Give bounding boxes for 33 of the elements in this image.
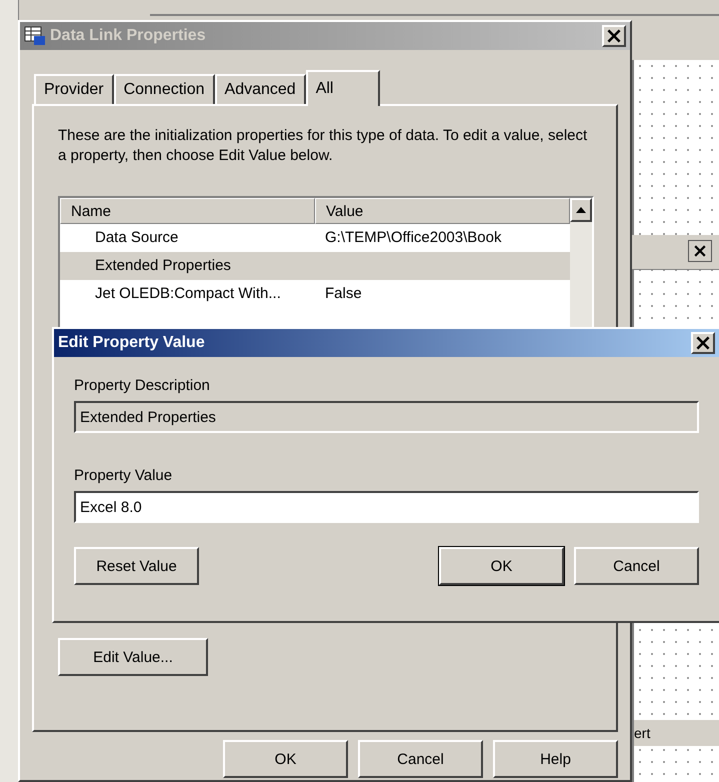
- dialog-button[interactable]: Reset Value: [74, 547, 199, 585]
- dialog-button[interactable]: Help: [493, 740, 618, 778]
- list-row-name[interactable]: Data Source: [60, 224, 315, 252]
- scroll-up-button[interactable]: [570, 198, 592, 222]
- close-icon: [696, 336, 710, 350]
- value-field[interactable]: Excel 8.0: [74, 491, 699, 523]
- field-label: Property Description: [74, 376, 211, 396]
- description-text: These are the initialization properties for this type of data. To edit a value, select a property, then choose Edit Value below.: [58, 126, 588, 166]
- window-title: Edit Property Value: [58, 334, 206, 352]
- list-row-value: G:\TEMP\Office2003\Book: [324, 228, 502, 248]
- tab[interactable]: All: [306, 70, 380, 106]
- dialog-button[interactable]: Cancel: [358, 740, 483, 778]
- dialog-button[interactable]: Cancel: [574, 547, 699, 585]
- up-arrow-icon: [576, 207, 586, 213]
- tab[interactable]: Connection: [114, 74, 215, 104]
- background-label: ert: [634, 720, 719, 746]
- close-icon: [694, 245, 706, 257]
- table-icon: [24, 26, 46, 46]
- tab[interactable]: Advanced: [214, 74, 306, 104]
- list-row-name[interactable]: Jet OLEDB:Compact With...: [60, 280, 315, 308]
- dialog-button[interactable]: OK: [223, 740, 348, 778]
- list-row-value: False: [324, 284, 363, 304]
- column-header[interactable]: Name: [60, 198, 315, 224]
- window-title: Data Link Properties: [50, 27, 207, 45]
- column-header[interactable]: Value: [315, 198, 570, 224]
- close-button[interactable]: [688, 240, 712, 262]
- list-row-name[interactable]: Extended Properties: [60, 252, 570, 280]
- dialog-button[interactable]: OK: [439, 547, 564, 585]
- close-icon: [607, 29, 621, 43]
- description-field[interactable]: Extended Properties: [74, 401, 699, 433]
- tab[interactable]: Provider: [34, 74, 114, 104]
- edit-value-button[interactable]: Edit Value...: [58, 638, 208, 676]
- field-label: Property Value: [74, 466, 174, 486]
